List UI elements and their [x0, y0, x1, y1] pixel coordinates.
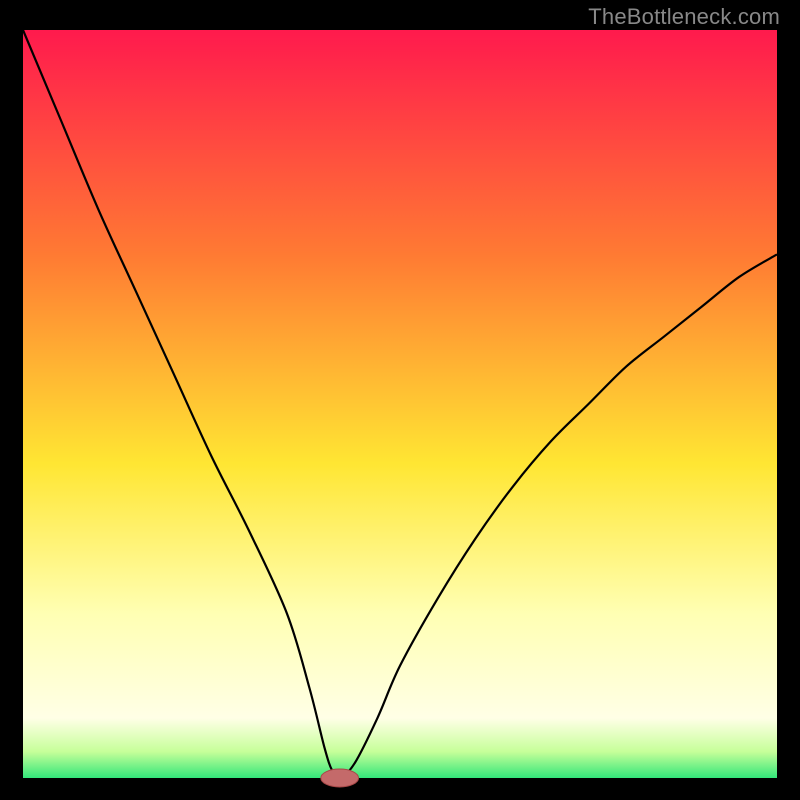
chart-frame: TheBottleneck.com — [0, 0, 800, 800]
bottleneck-chart — [0, 0, 800, 800]
optimum-marker — [321, 769, 359, 787]
watermark-text: TheBottleneck.com — [588, 4, 780, 30]
